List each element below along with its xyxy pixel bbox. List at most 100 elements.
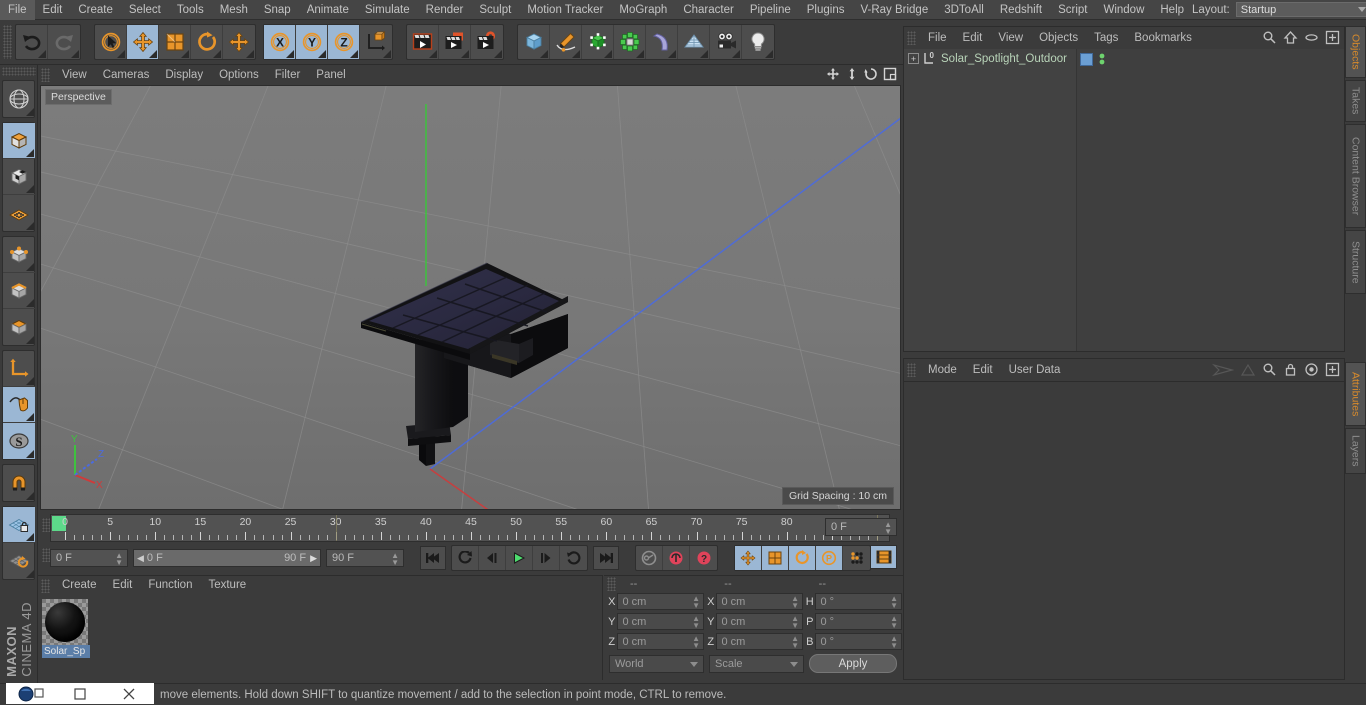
- lock-icon[interactable]: [1283, 362, 1298, 380]
- coordinates-grip[interactable]: [607, 577, 616, 591]
- tab-content-browser[interactable]: Content Browser: [1345, 124, 1366, 228]
- frame-end-field[interactable]: 90 F ▲ ▼: [326, 549, 404, 567]
- size-field[interactable]: 0 cm ▲ ▼: [716, 633, 803, 650]
- material-tag-icon[interactable]: [1080, 52, 1093, 66]
- size-field[interactable]: 0 cm ▲ ▼: [716, 593, 803, 610]
- menu-item-character[interactable]: Character: [675, 0, 742, 20]
- tab-objects[interactable]: Objects: [1345, 26, 1366, 78]
- world-axis-icon[interactable]: [360, 25, 392, 59]
- magnet-icon[interactable]: [3, 465, 35, 501]
- viewport-3d[interactable]: Perspective Grid Spacing : 10 cm Y X Z: [40, 85, 901, 510]
- dolly-icon[interactable]: [845, 67, 859, 84]
- viewport-menu-view[interactable]: View: [54, 65, 95, 85]
- minimize-icon[interactable]: [55, 687, 104, 701]
- material-menu-create[interactable]: Create: [54, 576, 105, 595]
- viewport-grip[interactable]: [41, 68, 50, 82]
- stepper-icon[interactable]: ▲ ▼: [115, 552, 123, 567]
- z-axis-icon[interactable]: Z: [328, 25, 360, 59]
- material-list[interactable]: Solar_Sp: [38, 595, 602, 680]
- next-arrow-icon[interactable]: [1240, 363, 1256, 380]
- maximize-view-icon[interactable]: [883, 67, 897, 84]
- workplane-lock-icon[interactable]: [3, 507, 35, 543]
- current-frame-field[interactable]: 0 F ▲ ▼: [825, 518, 897, 536]
- tab-layers[interactable]: Layers: [1345, 428, 1366, 474]
- object-row[interactable]: +0 Solar_Spotlight_Outdoor: [904, 49, 1344, 68]
- search-icon[interactable]: [1262, 30, 1277, 48]
- menu-item-pipeline[interactable]: Pipeline: [742, 0, 799, 20]
- tab-attributes[interactable]: Attributes: [1345, 362, 1366, 426]
- scale-key-icon[interactable]: [762, 546, 789, 570]
- menu-item-help[interactable]: Help: [1152, 0, 1192, 20]
- scale-icon[interactable]: [159, 25, 191, 59]
- menu-item-sculpt[interactable]: Sculpt: [471, 0, 519, 20]
- menu-item-window[interactable]: Window: [1095, 0, 1152, 20]
- stepper-icon[interactable]: ▲ ▼: [791, 595, 799, 610]
- point-mode-icon[interactable]: [3, 237, 35, 273]
- menu-item-edit[interactable]: Edit: [35, 0, 71, 20]
- material-menu-texture[interactable]: Texture: [200, 576, 254, 595]
- object-menu-file[interactable]: File: [920, 27, 955, 49]
- viewport-menu-display[interactable]: Display: [157, 65, 211, 85]
- range-right-arrow-icon[interactable]: ▶: [310, 553, 317, 564]
- object-menu-view[interactable]: View: [990, 27, 1031, 49]
- stepper-icon[interactable]: ▲ ▼: [391, 552, 399, 567]
- material-preview[interactable]: [42, 599, 88, 645]
- home-icon[interactable]: [1283, 30, 1298, 48]
- live-selection-icon[interactable]: [95, 25, 127, 59]
- menu-item-snap[interactable]: Snap: [256, 0, 299, 20]
- timeline-toggle-button[interactable]: [870, 545, 897, 569]
- material-item[interactable]: Solar_Sp: [42, 599, 90, 658]
- array-icon[interactable]: [614, 25, 646, 59]
- attribute-menu-mode[interactable]: Mode: [920, 359, 965, 381]
- frame-start-field[interactable]: 0 F ▲ ▼: [50, 549, 128, 567]
- step-back-icon[interactable]: [479, 546, 506, 570]
- object-menu-objects[interactable]: Objects: [1031, 27, 1086, 49]
- key-icon[interactable]: [636, 546, 663, 570]
- texture-mode-icon[interactable]: [3, 159, 35, 195]
- attribute-menu-user-data[interactable]: User Data: [1001, 359, 1069, 381]
- menu-item-create[interactable]: Create: [70, 0, 121, 20]
- stepper-icon[interactable]: ▲ ▼: [890, 615, 898, 630]
- menu-item-v-ray-bridge[interactable]: V-Ray Bridge: [852, 0, 936, 20]
- tab-takes[interactable]: Takes: [1345, 80, 1366, 122]
- redo-icon[interactable]: [48, 25, 80, 59]
- render-view-icon[interactable]: [407, 25, 439, 59]
- render-settings-icon[interactable]: [471, 25, 503, 59]
- bend-deformer-icon[interactable]: [646, 25, 678, 59]
- stepper-icon[interactable]: ▲ ▼: [791, 615, 799, 630]
- autokey-icon[interactable]: [663, 546, 690, 570]
- x-axis-icon[interactable]: X: [264, 25, 296, 59]
- move-alt-icon[interactable]: [223, 25, 255, 59]
- attribute-menu-edit[interactable]: Edit: [965, 359, 1001, 381]
- menu-item-select[interactable]: Select: [121, 0, 169, 20]
- range-left-arrow-icon[interactable]: ◀: [137, 553, 144, 564]
- soft-selection-icon[interactable]: S: [3, 423, 35, 459]
- axis-modify-icon[interactable]: [3, 351, 35, 387]
- add-icon[interactable]: [1325, 362, 1340, 380]
- menu-item-3dtoall[interactable]: 3DToAll: [936, 0, 992, 20]
- position-field[interactable]: 0 cm ▲ ▼: [617, 633, 704, 650]
- go-to-end-icon[interactable]: [593, 546, 619, 570]
- edge-mode-icon[interactable]: [3, 273, 35, 309]
- rotation-key-icon[interactable]: [789, 546, 816, 570]
- viewport-menu-options[interactable]: Options: [211, 65, 267, 85]
- stepper-icon[interactable]: ▲ ▼: [791, 635, 799, 650]
- rotation-field[interactable]: 0 ° ▲ ▼: [815, 633, 902, 650]
- cube-primitive-icon[interactable]: [518, 25, 550, 59]
- left-toolbar-grip[interactable]: [1, 67, 36, 76]
- viewport-menu-filter[interactable]: Filter: [267, 65, 309, 85]
- generator-icon[interactable]: [582, 25, 614, 59]
- rotate-icon[interactable]: [191, 25, 223, 59]
- rotate-view-icon[interactable]: [864, 67, 878, 84]
- camera-icon[interactable]: [710, 25, 742, 59]
- menu-item-plugins[interactable]: Plugins: [799, 0, 853, 20]
- close-icon[interactable]: [105, 687, 154, 701]
- apply-button[interactable]: Apply: [809, 654, 897, 673]
- material-grip[interactable]: [41, 578, 50, 593]
- spline-pen-icon[interactable]: [550, 25, 582, 59]
- points-grid-icon[interactable]: [3, 195, 35, 231]
- go-to-start-icon[interactable]: [420, 546, 446, 570]
- play-icon[interactable]: [506, 546, 533, 570]
- menu-item-tools[interactable]: Tools: [169, 0, 212, 20]
- menu-item-mesh[interactable]: Mesh: [212, 0, 256, 20]
